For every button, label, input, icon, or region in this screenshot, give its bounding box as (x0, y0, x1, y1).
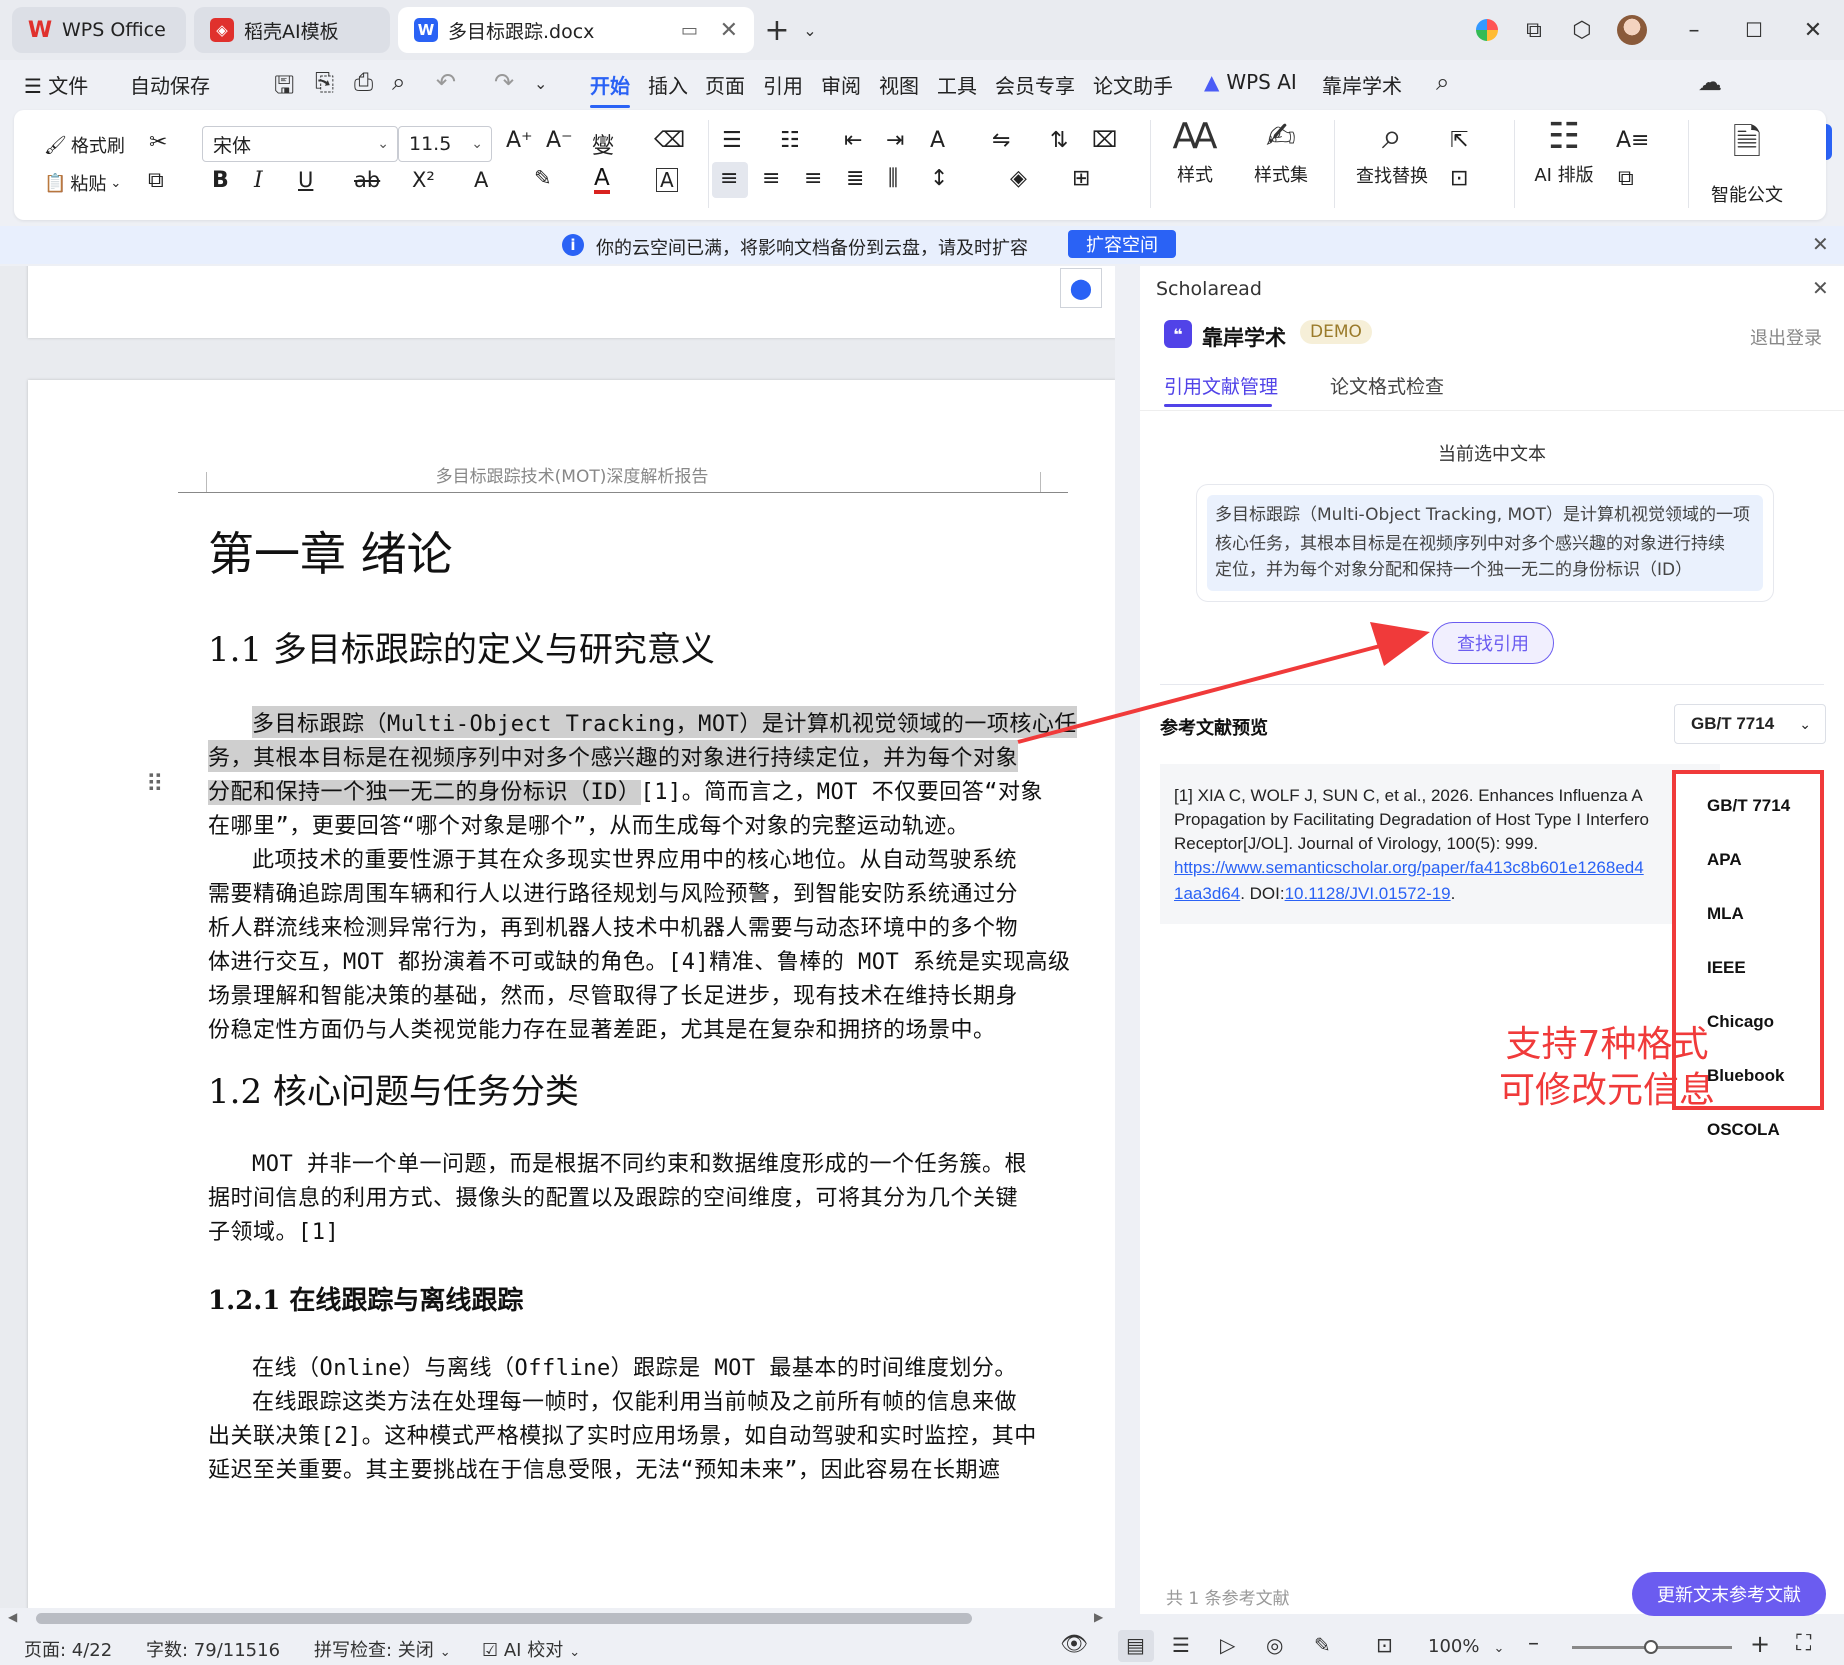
ai-check-label: AI 校对 (503, 1640, 564, 1661)
zoom-in-icon[interactable]: + (1750, 1630, 1770, 1658)
page-view-icon[interactable]: ▤ (1126, 1633, 1145, 1657)
fit-page-icon[interactable]: ⊡ (1376, 1633, 1393, 1657)
ai-check-icon: ☑ (482, 1640, 504, 1661)
outline-view-icon[interactable]: ☰ (1172, 1633, 1190, 1657)
ai-check[interactable]: ☑ AI 校对 ⌄ (482, 1636, 580, 1662)
page-indicator[interactable]: 页面: 4/22 (24, 1636, 112, 1662)
spell-check-label: 拼写检查: 关闭 (314, 1640, 434, 1661)
chevron-down-icon: ⌄ (1493, 1641, 1505, 1656)
pen-icon[interactable]: ✎ (1314, 1633, 1331, 1657)
annotation-arrow (1017, 622, 1430, 744)
zoom-slider-handle[interactable] (1644, 1640, 1658, 1654)
play-icon[interactable]: ▷ (1220, 1633, 1235, 1657)
web-view-icon[interactable]: ◎ (1266, 1633, 1283, 1657)
eye-icon[interactable]: 👁 (1060, 1632, 1088, 1657)
chevron-down-icon: ⌄ (569, 1645, 581, 1660)
chevron-down-icon: ⌄ (439, 1645, 451, 1660)
arrow-line (1017, 644, 1381, 744)
zoom-value: 100% (1428, 1636, 1480, 1657)
arrow-head (1370, 622, 1430, 666)
word-count[interactable]: 字数: 79/11516 (146, 1636, 280, 1662)
status-bar: 页面: 4/22 字数: 79/11516 拼写检查: 关闭 ⌄ ☑ AI 校对 ⌄… (0, 1630, 1844, 1665)
spell-check[interactable]: 拼写检查: 关闭 ⌄ (314, 1636, 451, 1662)
zoom-level[interactable]: 100% ⌄ (1428, 1636, 1504, 1657)
fullscreen-icon[interactable]: ⛶ (1796, 1631, 1811, 1656)
zoom-out-icon[interactable]: – (1528, 1631, 1539, 1656)
